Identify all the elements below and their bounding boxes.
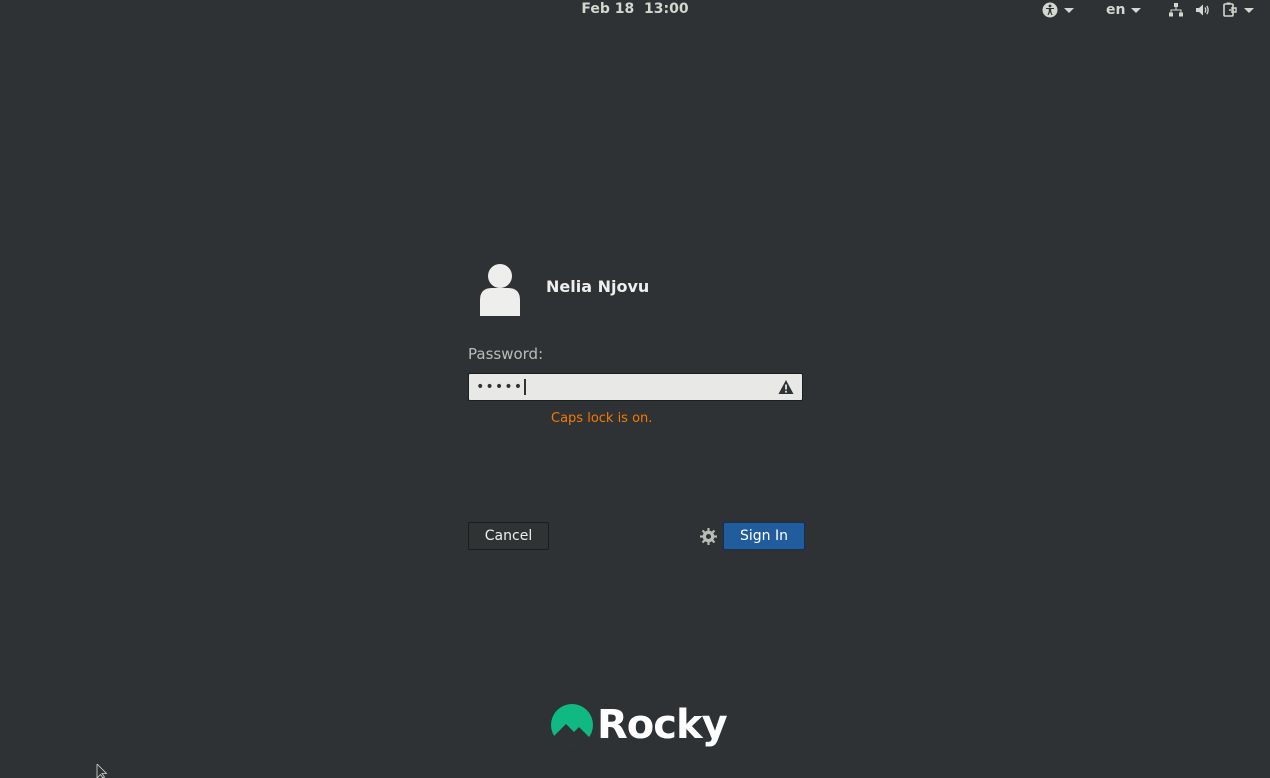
accessibility-menu[interactable] — [1042, 2, 1074, 18]
language-indicator: en — [1106, 2, 1126, 18]
chevron-down-icon — [1244, 7, 1254, 13]
password-value-wrap: ••••• — [476, 378, 527, 396]
clock-time[interactable]: 13:00 — [644, 1, 689, 17]
password-field[interactable]: ••••• — [468, 373, 803, 401]
rocky-logo: Rocky — [550, 702, 728, 748]
sign-in-button[interactable]: Sign In — [723, 522, 805, 550]
chevron-down-icon — [1131, 7, 1142, 13]
clock[interactable]: Feb 18 13:00 — [0, 1, 1270, 17]
mouse-pointer-icon — [96, 764, 108, 778]
accessibility-icon — [1042, 2, 1058, 18]
system-menu[interactable] — [1168, 2, 1254, 18]
password-label: Password: — [468, 345, 544, 363]
network-icon — [1169, 3, 1183, 17]
avatar — [480, 264, 520, 316]
chevron-down-icon — [1064, 7, 1074, 13]
rocky-logo-text: Rocky — [597, 702, 728, 748]
clock-date[interactable]: Feb 18 — [581, 1, 634, 17]
text-cursor — [524, 379, 527, 395]
warning-icon — [778, 380, 794, 394]
top-bar: Feb 18 13:00 en — [0, 0, 1270, 20]
password-value: ••••• — [476, 379, 524, 395]
volume-icon — [1196, 4, 1209, 16]
user-name: Nelia Njovu — [546, 277, 650, 296]
language-menu[interactable]: en — [1106, 2, 1142, 18]
power-icon — [1223, 2, 1237, 17]
rocky-logo-icon — [551, 704, 593, 746]
gear-icon[interactable] — [700, 528, 717, 545]
cancel-button[interactable]: Cancel — [468, 522, 549, 550]
caps-lock-warning: Caps lock is on. — [551, 411, 653, 426]
